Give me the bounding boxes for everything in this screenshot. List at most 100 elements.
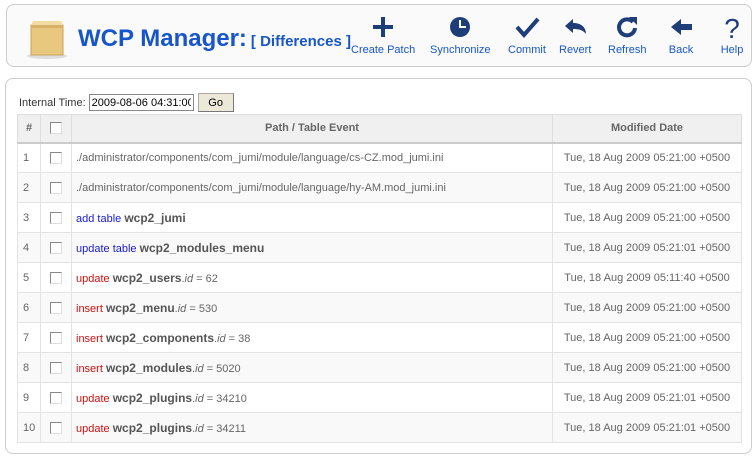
table-row: 2 ./administrator/components/com_jumi/mod… (17, 172, 742, 203)
row-number: 6 (17, 292, 41, 323)
back-arrow-icon (671, 19, 692, 35)
table-row: 7 insert wcp2_components.id = 38 Tue, 18 A… (17, 322, 742, 353)
row-number: 2 (17, 172, 41, 203)
row-number: 9 (17, 382, 41, 413)
field-name: id (217, 332, 226, 345)
table-name: wcp2_plugins (112, 420, 193, 435)
row-select-cell (40, 202, 72, 233)
row-number: 3 (17, 202, 41, 233)
modified-date: Tue, 18 Aug 2009 05:21:01 +0500 (552, 232, 742, 263)
modified-date: Tue, 18 Aug 2009 05:21:00 +0500 (552, 172, 742, 203)
table-name: wcp2_modules_menu (139, 240, 265, 255)
field-value: = 34211 (203, 422, 247, 435)
toolbar-label: Back (668, 44, 694, 56)
page-subtitle: [ Differences ] (250, 33, 351, 50)
row-checkbox[interactable] (50, 211, 62, 224)
row-select-cell (40, 172, 72, 203)
event-action: update (76, 422, 110, 435)
select-all-checkbox[interactable] (50, 122, 62, 135)
event-action: update (76, 272, 110, 285)
event-action: add table (76, 212, 122, 225)
table-row: 1 ./administrator/components/com_jumi/mod… (17, 142, 742, 173)
go-button[interactable]: Go (197, 93, 234, 112)
col-path: Path / Table Event (71, 114, 553, 144)
col-select-all (40, 114, 72, 144)
revert-arrow-icon (565, 19, 587, 34)
row-select-cell (40, 352, 72, 383)
plus-icon (373, 17, 394, 37)
row-checkbox[interactable] (50, 151, 62, 164)
row-number: 7 (17, 322, 41, 353)
field-value: = 34210 (203, 392, 247, 405)
differences-table: # Path / Table Event Modified Date 1 ./ad… (17, 114, 742, 443)
row-checkbox[interactable] (50, 361, 62, 374)
path-event-cell: ./administrator/components/com_jumi/modu… (71, 172, 553, 203)
path-event-cell: update wcp2_plugins.id = 34211 (71, 412, 553, 443)
table-name: wcp2_jumi (124, 210, 186, 225)
row-number: 1 (17, 142, 41, 173)
row-checkbox[interactable] (50, 301, 62, 314)
toolbar-create-patch-button[interactable]: Create Patch (351, 14, 415, 56)
toolbar-refresh-button[interactable]: Refresh (608, 14, 647, 56)
toolbar-help-button[interactable]: ? Help (719, 14, 745, 56)
modified-date: Tue, 18 Aug 2009 05:21:01 +0500 (552, 412, 742, 443)
table-row: 9 update wcp2_plugins.id = 34210 Tue, 18 A… (17, 382, 742, 413)
modified-date: Tue, 18 Aug 2009 05:21:00 +0500 (552, 292, 742, 323)
toolbar-synchronize-button[interactable]: Synchronize (430, 14, 491, 56)
field-value: = 530 (186, 302, 218, 315)
svg-text:?: ? (724, 14, 740, 40)
row-select-cell (40, 292, 72, 323)
toolbar-label: Help (720, 44, 744, 56)
event-action: update (76, 392, 110, 405)
row-select-cell (40, 232, 72, 263)
modified-date: Tue, 18 Aug 2009 05:21:01 +0500 (552, 382, 742, 413)
internal-time-label: Internal Time: (19, 96, 86, 109)
col-num: # (17, 114, 41, 144)
row-checkbox[interactable] (50, 241, 62, 254)
toolbar-back-button[interactable]: Back (668, 14, 694, 56)
modified-date: Tue, 18 Aug 2009 05:21:00 +0500 (552, 202, 742, 233)
path-event-cell: insert wcp2_menu.id = 530 (71, 292, 553, 323)
event-action: update table (76, 242, 137, 255)
row-checkbox[interactable] (50, 331, 62, 344)
event-action: insert (76, 302, 103, 315)
modified-date: Tue, 18 Aug 2009 05:11:40 +0500 (552, 262, 742, 293)
row-checkbox[interactable] (50, 181, 62, 194)
table-row: 3 add table wcp2_jumi Tue, 18 Aug 2009 05:… (17, 202, 742, 233)
file-path: ./administrator/components/com_jumi/modu… (76, 181, 446, 194)
col-date[interactable]: Modified Date (552, 114, 742, 144)
modified-date: Tue, 18 Aug 2009 05:21:00 +0500 (552, 322, 742, 353)
toolbar-label: Refresh (608, 44, 647, 56)
table-name: wcp2_menu (105, 300, 175, 315)
table-name: wcp2_modules (105, 360, 192, 375)
refresh-icon (617, 17, 638, 38)
path-event-cell: update wcp2_plugins.id = 34210 (71, 382, 553, 413)
toolbar-label: Create Patch (351, 44, 416, 56)
path-event-cell: insert wcp2_components.id = 38 (71, 322, 553, 353)
path-event-cell: update table wcp2_modules_menu (71, 232, 553, 263)
row-select-cell (40, 262, 72, 293)
row-checkbox[interactable] (50, 391, 62, 404)
clock-icon (450, 17, 471, 37)
row-checkbox[interactable] (50, 421, 62, 434)
row-select-cell (40, 322, 72, 353)
toolbar-commit-button[interactable]: Commit (508, 14, 546, 56)
row-select-cell (40, 382, 72, 413)
row-number: 5 (17, 262, 41, 293)
file-path: ./administrator/components/com_jumi/modu… (76, 151, 444, 164)
path-event-cell: insert wcp2_modules.id = 5020 (71, 352, 553, 383)
row-checkbox[interactable] (50, 271, 62, 284)
field-name: id (195, 362, 204, 375)
event-action: insert (76, 332, 103, 345)
path-event-cell: update wcp2_users.id = 62 (71, 262, 553, 293)
table-row: 10 update wcp2_plugins.id = 34211 Tue, 18 … (17, 412, 742, 443)
internal-time-filter: Internal Time: Go (19, 93, 234, 112)
path-event-cell: add table wcp2_jumi (71, 202, 553, 233)
toolbar-revert-button[interactable]: Revert (559, 14, 591, 56)
field-name: id (177, 302, 187, 315)
table-name: wcp2_components (105, 330, 214, 345)
row-select-cell (40, 142, 72, 173)
table-row: 6 insert wcp2_menu.id = 530 Tue, 18 Aug 20… (17, 292, 742, 323)
modified-date: Tue, 18 Aug 2009 05:21:00 +0500 (552, 142, 742, 173)
internal-time-input[interactable] (88, 94, 194, 111)
